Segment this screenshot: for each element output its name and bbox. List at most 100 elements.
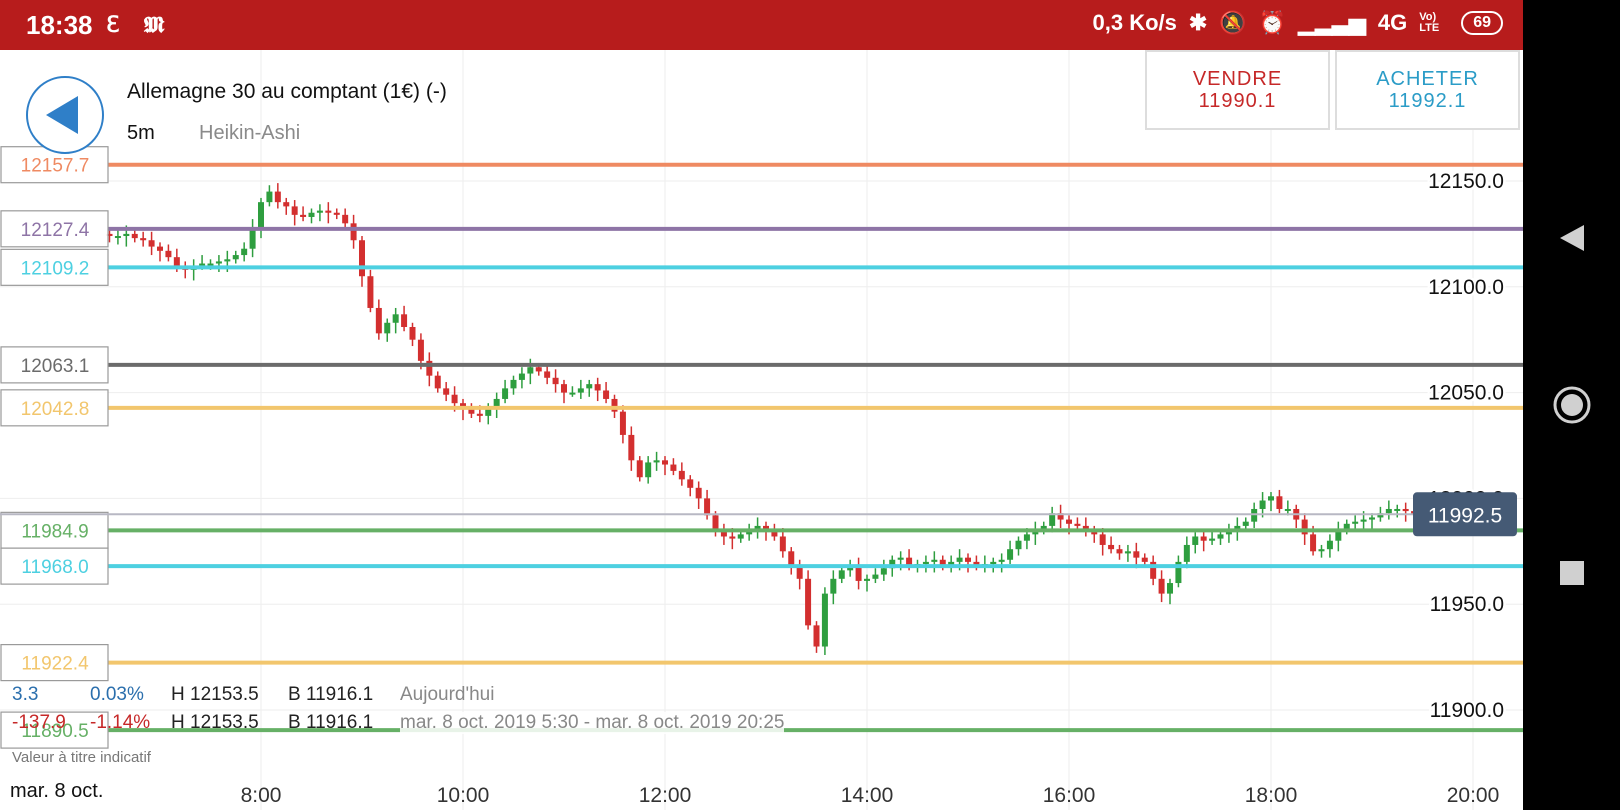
candle-body [1284, 508, 1291, 511]
candle [577, 379, 584, 399]
candle-body [1268, 496, 1274, 501]
candle [1394, 504, 1401, 518]
candle-body [392, 314, 399, 323]
price-level: 12063.1 [0, 346, 1523, 384]
candle [1268, 492, 1274, 512]
candle-body [476, 413, 483, 416]
candle-body [1217, 534, 1224, 539]
sell-button[interactable]: VENDRE 11990.1 [1145, 50, 1330, 130]
candle-body [1099, 534, 1106, 545]
candle [1150, 555, 1157, 586]
journal-notification-icon: 𝕸 [144, 12, 165, 37]
candle-body [199, 263, 206, 266]
price-level: 12109.2 [0, 248, 1523, 286]
candle [1217, 530, 1224, 545]
signal-icon: ▁▂▃▅ [1298, 10, 1366, 35]
today-low: B 11916.1 [288, 684, 374, 705]
candle-body [864, 578, 870, 581]
candle [973, 555, 980, 571]
buy-button[interactable]: ACHETER 11992.1 [1335, 50, 1520, 130]
candle-body [140, 238, 147, 241]
candle [283, 197, 290, 215]
candle [375, 299, 382, 340]
nav-recents-button[interactable] [1523, 545, 1620, 601]
candle [1402, 502, 1409, 522]
candle-body [880, 568, 887, 575]
y-tick-label: 11950.0 [1430, 593, 1504, 616]
candle-body [274, 191, 281, 203]
candle-body [350, 223, 357, 241]
candle [864, 574, 870, 592]
candle-body [1133, 551, 1140, 558]
candle [821, 587, 828, 655]
candle-body [1310, 534, 1317, 552]
candle-body [291, 206, 298, 215]
candle [359, 236, 365, 287]
nav-back-button[interactable] [1523, 210, 1620, 266]
candle-body [468, 409, 475, 414]
candle-body [266, 191, 273, 203]
candle [1057, 504, 1064, 529]
candle [333, 208, 340, 220]
candle [720, 523, 727, 545]
candle-body [401, 314, 408, 328]
candle-body [561, 384, 567, 393]
today-high: H 12153.5 [171, 684, 259, 705]
back-button[interactable] [26, 76, 104, 154]
candle-body [1318, 549, 1325, 552]
candle [1284, 500, 1291, 516]
candle-body [1167, 583, 1173, 594]
candle [544, 365, 551, 385]
candle-body [1200, 536, 1207, 541]
candle-body [662, 460, 668, 465]
candle [140, 231, 147, 247]
chart-type-selector[interactable]: Heikin-Ashi [199, 122, 300, 145]
status-right: 0,3 Ko/s ✱ 🔕 ⏰ ▁▂▃▅ 4G Vo) LTE 69 [1093, 10, 1503, 36]
candle [754, 517, 761, 539]
candle-body [1015, 540, 1022, 550]
candle [502, 379, 509, 404]
candle [636, 456, 643, 482]
candle-body [577, 388, 584, 393]
candle [384, 318, 391, 342]
candle-body [1369, 517, 1375, 520]
timeframe-selector[interactable]: 5m [127, 122, 155, 145]
nav-home-button[interactable] [1523, 377, 1620, 433]
candle [232, 250, 239, 264]
candle [645, 456, 652, 484]
y-tick-label: 12150.0 [1428, 170, 1504, 193]
candle-body [1259, 500, 1266, 509]
y-axis: 12150.012100.012050.012000.011950.011900… [1426, 168, 1507, 725]
candle [527, 358, 534, 385]
candle-body [409, 327, 416, 340]
price-level: 12157.7 [0, 146, 1523, 184]
candle [939, 555, 946, 571]
candle [350, 214, 357, 249]
candle-body [1023, 534, 1030, 541]
candle-body [114, 236, 121, 239]
buy-price: 11992.1 [1388, 90, 1467, 112]
candle-body [316, 210, 323, 213]
candle-body [931, 559, 938, 562]
candle [1385, 500, 1392, 520]
candle [1326, 534, 1333, 558]
candle [779, 528, 786, 558]
price-level-label: 11968.0 [21, 557, 88, 578]
candle-body [737, 534, 744, 539]
candle-body [855, 566, 862, 581]
candle [1352, 515, 1359, 531]
volte-icon: Vo) LTE [1419, 11, 1440, 34]
price-level: 11922.4 [0, 644, 1523, 682]
candle-body [1360, 519, 1367, 522]
candle-body [653, 460, 660, 463]
x-tick-label: 8:00 [241, 784, 282, 807]
candle [1167, 578, 1173, 605]
candle [165, 244, 172, 262]
candle-body [645, 462, 652, 478]
candle [148, 231, 155, 256]
price-level-label: 12127.4 [21, 220, 90, 241]
candle-body [1074, 523, 1081, 526]
price-levels: 12157.7 12127.4 12109.2 12063.1 12042.8 11984… [0, 146, 1523, 749]
candle [316, 204, 323, 222]
candle-body [1242, 521, 1249, 526]
